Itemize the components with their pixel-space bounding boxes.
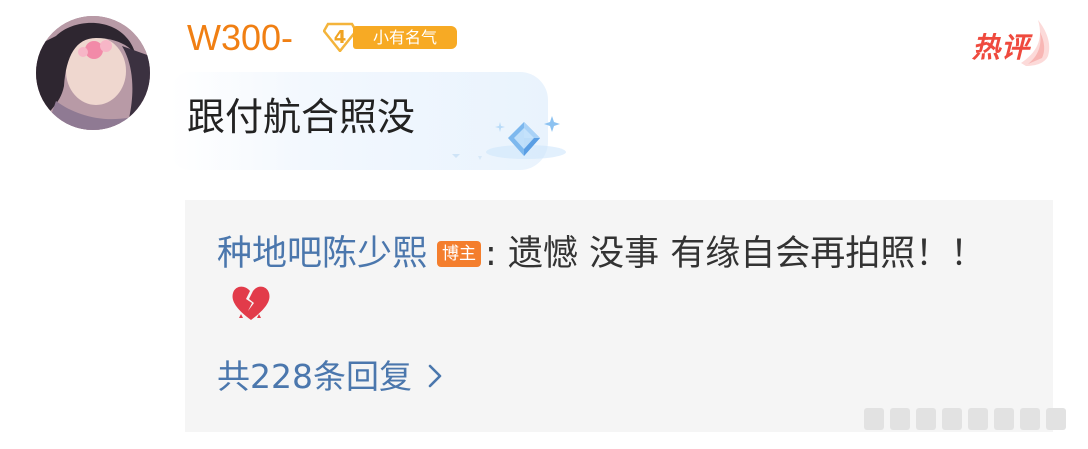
reply-line: 种地吧陈少熙 博主: 遗憾 没事 有缘自会再拍照！！ [217, 228, 1017, 334]
chevron-right-icon [428, 364, 442, 388]
reply-text: 遗憾 没事 有缘自会再拍照！！ [507, 234, 986, 274]
level-number: 4 [333, 26, 347, 48]
broken-heart-icon [232, 286, 270, 320]
badge-label: 小有名气 [353, 26, 457, 49]
diamond-sparkle-icon [452, 116, 566, 160]
reply-author[interactable]: 种地吧陈少熙 [217, 234, 427, 274]
level-icon: 4 [323, 22, 357, 52]
comment-text[interactable]: 跟付航合照没 [187, 92, 415, 142]
comment-card: W300- 4 小有名气 热评 跟付航合照没 种地吧陈少熙 博主: 遗憾 没事 … [0, 0, 1088, 449]
avatar-image [36, 16, 150, 130]
view-all-replies-link[interactable]: 共228条回复 [217, 353, 442, 401]
hot-tag-label: 热评 [972, 31, 1031, 64]
reply-count-label: 共228条回复 [217, 357, 412, 396]
username[interactable]: W300- [187, 14, 293, 62]
user-level-badge[interactable]: 4 小有名气 [323, 22, 457, 52]
reply-preview-box[interactable]: 种地吧陈少熙 博主: 遗憾 没事 有缘自会再拍照！！ 共228条回复 [185, 200, 1053, 432]
watermark-graphic [864, 408, 1066, 430]
reply-separator: : [485, 234, 497, 274]
author-tag: 博主 [437, 241, 482, 267]
user-avatar[interactable] [36, 16, 150, 130]
hot-comment-tag: 热评 [966, 18, 1056, 68]
